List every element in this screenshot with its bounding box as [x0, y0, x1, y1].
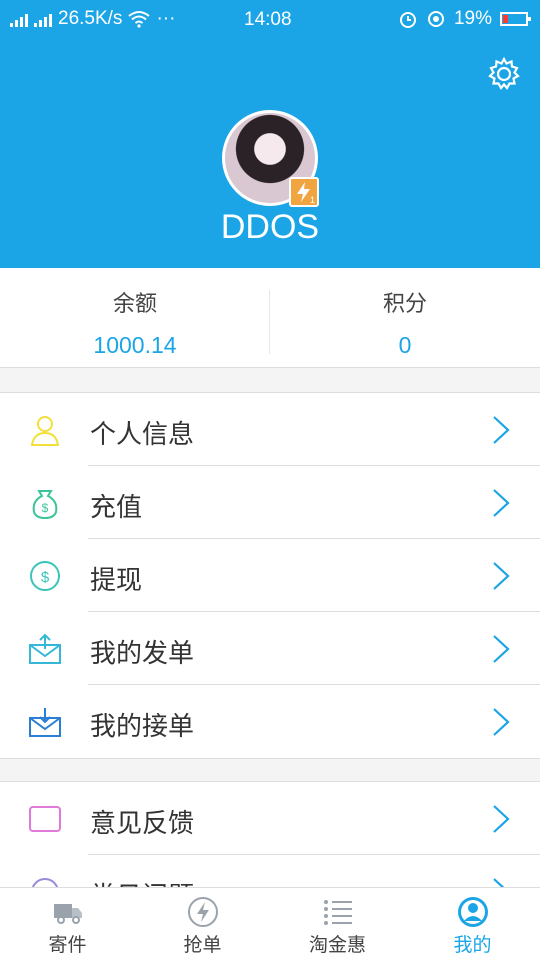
account-stats: 余额 1000.14 积分 0	[0, 268, 540, 368]
menu-item-withdraw[interactable]: $ 提现	[0, 539, 540, 612]
battery-icon	[500, 12, 531, 26]
chevron-right-icon	[493, 416, 510, 444]
points-stat[interactable]: 积分 0	[270, 268, 540, 368]
user-icon	[30, 416, 60, 446]
menu-label: 充值	[90, 492, 143, 522]
menu-label: 个人信息	[90, 419, 195, 449]
chevron-right-icon	[493, 489, 510, 517]
points-value: 0	[398, 332, 412, 358]
menu-group-support: 意见反馈 常见问题	[0, 781, 540, 887]
menu-item-recharge[interactable]: $ 充值	[0, 466, 540, 539]
menu-group-account: 个人信息 $ 充值 $ 提现 我的发单 我的接单	[0, 392, 540, 759]
settings-gear-icon[interactable]	[486, 56, 522, 92]
points-label: 积分	[382, 291, 427, 316]
send-mail-icon	[29, 633, 61, 664]
receive-mail-icon	[29, 708, 61, 737]
tab-label: 寄件	[48, 935, 87, 956]
menu-item-my-received-orders[interactable]: 我的接单	[0, 685, 540, 758]
chevron-right-icon	[493, 805, 510, 833]
feedback-icon	[29, 806, 61, 832]
tab-mine[interactable]: 我的	[405, 888, 540, 960]
balance-value: 1000.14	[93, 332, 177, 358]
signal-icon-2	[34, 11, 52, 27]
menu-label: 我的发单	[90, 638, 195, 668]
svg-text:$: $	[42, 501, 49, 515]
truck-icon	[53, 904, 82, 924]
battery-percent: 19%	[453, 8, 492, 29]
signal-icon	[10, 11, 28, 27]
tab-deals[interactable]: 淘金惠	[270, 888, 405, 960]
balance-stat[interactable]: 余额 1000.14	[0, 268, 270, 368]
tab-label: 淘金惠	[308, 935, 366, 956]
location-icon	[427, 11, 444, 27]
clock: 14:08	[244, 9, 292, 30]
chevron-right-icon	[493, 708, 510, 736]
tab-label: 我的	[453, 935, 492, 956]
badge-level: 1	[310, 195, 315, 205]
menu-label: 常见问题	[90, 876, 194, 887]
bottom-tab-bar: 寄件 抢单 淘金惠 我的	[0, 887, 540, 960]
svg-text:$: $	[41, 569, 50, 586]
username: DDOS	[220, 208, 320, 246]
menu-item-feedback[interactable]: 意见反馈	[0, 782, 540, 855]
network-speed: 26.5K/s	[58, 8, 123, 29]
chevron-right-icon	[493, 562, 510, 590]
tab-send[interactable]: 寄件	[0, 888, 135, 960]
menu-label: 我的接单	[90, 711, 195, 741]
tab-grab-order[interactable]: 抢单	[135, 888, 270, 960]
status-bar: 26.5K/s ··· 14:08 19%	[0, 0, 540, 40]
money-bag-icon: $	[32, 490, 58, 519]
menu-label: 提现	[90, 565, 143, 595]
wifi-icon	[128, 11, 151, 28]
alarm-icon	[399, 12, 416, 28]
list-icon	[323, 900, 352, 925]
stats-divider	[269, 290, 270, 354]
menu-item-my-sent-orders[interactable]: 我的发单	[0, 612, 540, 685]
lightning-badge-icon: 1	[297, 182, 315, 205]
menu-label: 意见反馈	[90, 808, 195, 838]
coin-icon: $	[30, 561, 60, 591]
more-indicator: ···	[156, 8, 176, 29]
profile-icon	[457, 897, 488, 927]
question-icon	[31, 878, 59, 887]
tab-label: 抢单	[183, 935, 222, 956]
menu-item-faq[interactable]: 常见问题	[0, 855, 540, 887]
menu-item-profile-info[interactable]: 个人信息	[0, 393, 540, 466]
profile-header: 26.5K/s ··· 14:08 19% 1 DDOS	[0, 0, 540, 268]
lightning-icon	[187, 897, 218, 927]
level-badge: 1	[289, 177, 319, 207]
chevron-right-icon	[493, 635, 510, 663]
chevron-right-icon	[493, 878, 505, 887]
balance-label: 余额	[112, 291, 157, 316]
